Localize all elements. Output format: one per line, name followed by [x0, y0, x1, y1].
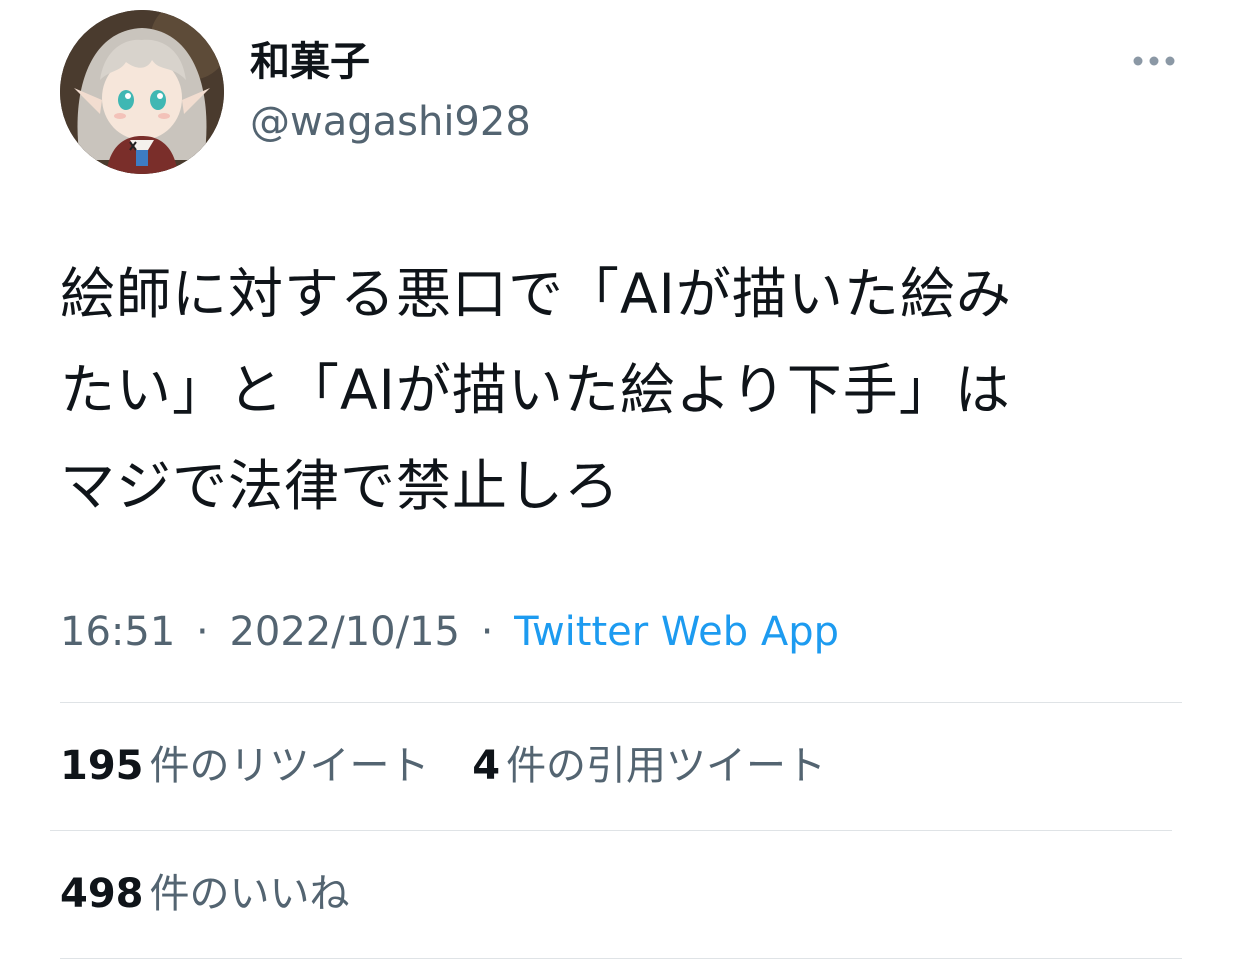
- quotes-count: 4: [472, 743, 501, 789]
- tweet-date[interactable]: 2022/10/15: [229, 609, 460, 655]
- tweet-text: 絵師に対する悪口で「AIが描いた絵み たい」と「AIが描いた絵より下手」は マジ…: [60, 246, 1190, 534]
- more-options-icon[interactable]: [1128, 46, 1180, 76]
- likes-count: 498: [60, 871, 144, 917]
- tweet-text-line: マジで法律で禁止しろ: [60, 454, 621, 518]
- engagement-row: 195 件のリツイート 4 件の引用ツイート: [60, 738, 856, 794]
- retweets-stat[interactable]: 195 件のリツイート: [60, 738, 430, 794]
- tweet-source-link[interactable]: Twitter Web App: [514, 609, 839, 655]
- tweet-time[interactable]: 16:51: [60, 609, 175, 655]
- meta-separator: ·: [480, 609, 494, 655]
- likes-label: 件のいいね: [149, 871, 350, 917]
- divider: [60, 958, 1182, 959]
- tweet-text-line: 絵師に対する悪口で「AIが描いた絵み: [60, 262, 1012, 326]
- user-avatar-icon[interactable]: [60, 10, 224, 174]
- retweets-count: 195: [60, 743, 144, 789]
- tweet-detail: 和菓子 @wagashi928 絵師に対する悪口で「AIが描いた絵み たい」と「…: [0, 0, 1241, 963]
- tweet-text-line: たい」と「AIが描いた絵より下手」は: [60, 358, 1011, 422]
- quotes-label: 件の引用ツイート: [506, 743, 827, 789]
- author-display-name[interactable]: 和菓子: [250, 36, 370, 88]
- likes-stat[interactable]: 498 件のいいね: [60, 866, 350, 922]
- retweets-label: 件のリツイート: [149, 743, 430, 789]
- meta-separator: ·: [196, 609, 209, 655]
- divider: [60, 702, 1182, 703]
- author-handle[interactable]: @wagashi928: [250, 96, 531, 148]
- quotes-stat[interactable]: 4 件の引用ツイート: [472, 738, 826, 794]
- divider: [50, 830, 1172, 831]
- likes-row: 498 件のいいね: [60, 866, 380, 922]
- tweet-meta: 16:51 · 2022/10/15 · Twitter Web App: [60, 604, 839, 660]
